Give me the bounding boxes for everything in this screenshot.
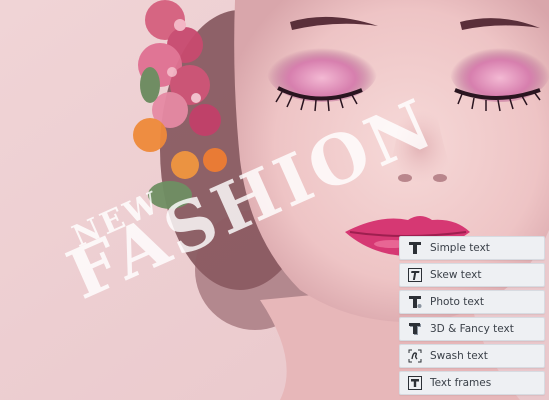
menu-item-label: Swash text [430, 350, 488, 362]
text-tools-menu: Simple text Skew text Photo text 3D & Fa… [399, 236, 545, 398]
skew-text-icon [406, 266, 424, 284]
menu-item-label: Simple text [430, 242, 490, 254]
menu-item-label: Photo text [430, 296, 485, 308]
menu-item-label: Skew text [430, 269, 482, 281]
simple-text-icon [406, 239, 424, 257]
menu-item-simple-text[interactable]: Simple text [399, 236, 545, 260]
swash-text-icon [406, 347, 424, 365]
photo-editor-canvas: NEW FASHION Simple text Skew text Photo … [0, 0, 549, 400]
menu-item-3d-fancy-text[interactable]: 3D & Fancy text [399, 317, 545, 341]
menu-item-text-frames[interactable]: Text frames [399, 371, 545, 395]
menu-item-photo-text[interactable]: Photo text [399, 290, 545, 314]
3d-fancy-text-icon [406, 320, 424, 338]
text-frames-icon [406, 374, 424, 392]
menu-item-skew-text[interactable]: Skew text [399, 263, 545, 287]
menu-item-swash-text[interactable]: Swash text [399, 344, 545, 368]
menu-item-label: Text frames [430, 377, 492, 389]
menu-item-label: 3D & Fancy text [430, 323, 514, 335]
photo-text-icon [406, 293, 424, 311]
